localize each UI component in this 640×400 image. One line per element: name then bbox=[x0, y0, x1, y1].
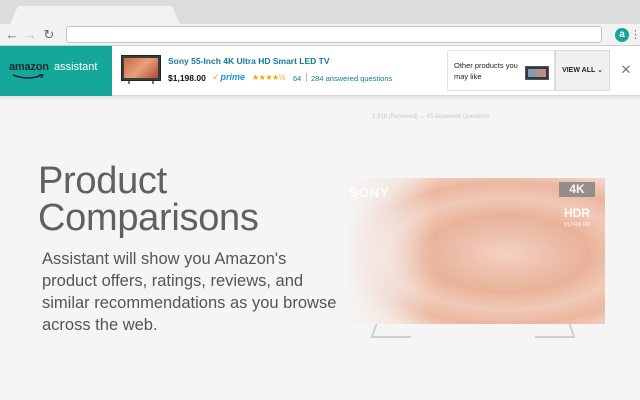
background-page-text: 1,918 (Renewed) ⌄ 45 Answered Questions bbox=[372, 114, 490, 120]
logo-amazon-text: amazon bbox=[9, 61, 49, 73]
tab-strip bbox=[0, 0, 640, 24]
tv-leg-left bbox=[370, 324, 416, 338]
browser-menu-icon[interactable]: ⋮ bbox=[630, 27, 640, 43]
forward-icon[interactable]: → bbox=[22, 27, 38, 43]
address-bar[interactable] bbox=[66, 26, 602, 43]
tv-stand bbox=[370, 324, 583, 340]
amazon-assistant-extension-icon[interactable]: a bbox=[615, 28, 629, 42]
amazon-smile-icon bbox=[12, 74, 45, 79]
badge-ultra-hd: ULTRA HD bbox=[563, 222, 591, 228]
logo-assistant-text: assistant bbox=[54, 61, 98, 73]
prime-label: prime bbox=[220, 72, 246, 82]
other-products-panel[interactable]: Other products you may like bbox=[447, 50, 555, 91]
divider bbox=[306, 73, 307, 82]
prime-check-icon: ✓ bbox=[212, 72, 220, 82]
back-icon[interactable]: ← bbox=[4, 27, 20, 43]
prime-badge: ✓prime bbox=[212, 72, 245, 83]
tv-leg-right bbox=[530, 324, 576, 338]
badge-4k: 4K bbox=[559, 182, 595, 197]
hero-title: Product Comparisons bbox=[38, 160, 259, 239]
assistant-bar: amazon assistant Sony 55-Inch 4K Ultra H… bbox=[0, 46, 640, 96]
rating-count-link[interactable]: 64 bbox=[293, 74, 301, 83]
tv-brand-text: SONY bbox=[349, 185, 390, 200]
assistant-logo[interactable]: amazon assistant bbox=[0, 46, 112, 96]
browser-tab[interactable] bbox=[10, 6, 180, 24]
product-thumbnail[interactable] bbox=[121, 55, 161, 81]
reload-icon[interactable]: ↻ bbox=[41, 27, 57, 43]
other-products-text: Other products you may like bbox=[454, 61, 518, 81]
star-rating-icon[interactable]: ★★★★½ bbox=[252, 73, 285, 82]
answered-questions-link[interactable]: 284 answered questions bbox=[311, 74, 392, 83]
product-thumbnail-stand bbox=[128, 81, 154, 84]
badge-hdr: HDR bbox=[564, 206, 590, 220]
other-product-thumbnail[interactable] bbox=[525, 66, 549, 80]
product-title-link[interactable]: Sony 55-Inch 4K Ultra HD Smart LED TV bbox=[168, 56, 330, 66]
close-icon[interactable]: ✕ bbox=[617, 61, 635, 79]
browser-toolbar: ← → ↻ a ⋮ bbox=[0, 24, 640, 46]
view-all-button[interactable]: VIEW ALL ⌄ bbox=[555, 50, 610, 91]
product-price: $1,198.00 bbox=[168, 73, 206, 83]
hero-description: Assistant will show you Amazon's product… bbox=[42, 250, 337, 334]
